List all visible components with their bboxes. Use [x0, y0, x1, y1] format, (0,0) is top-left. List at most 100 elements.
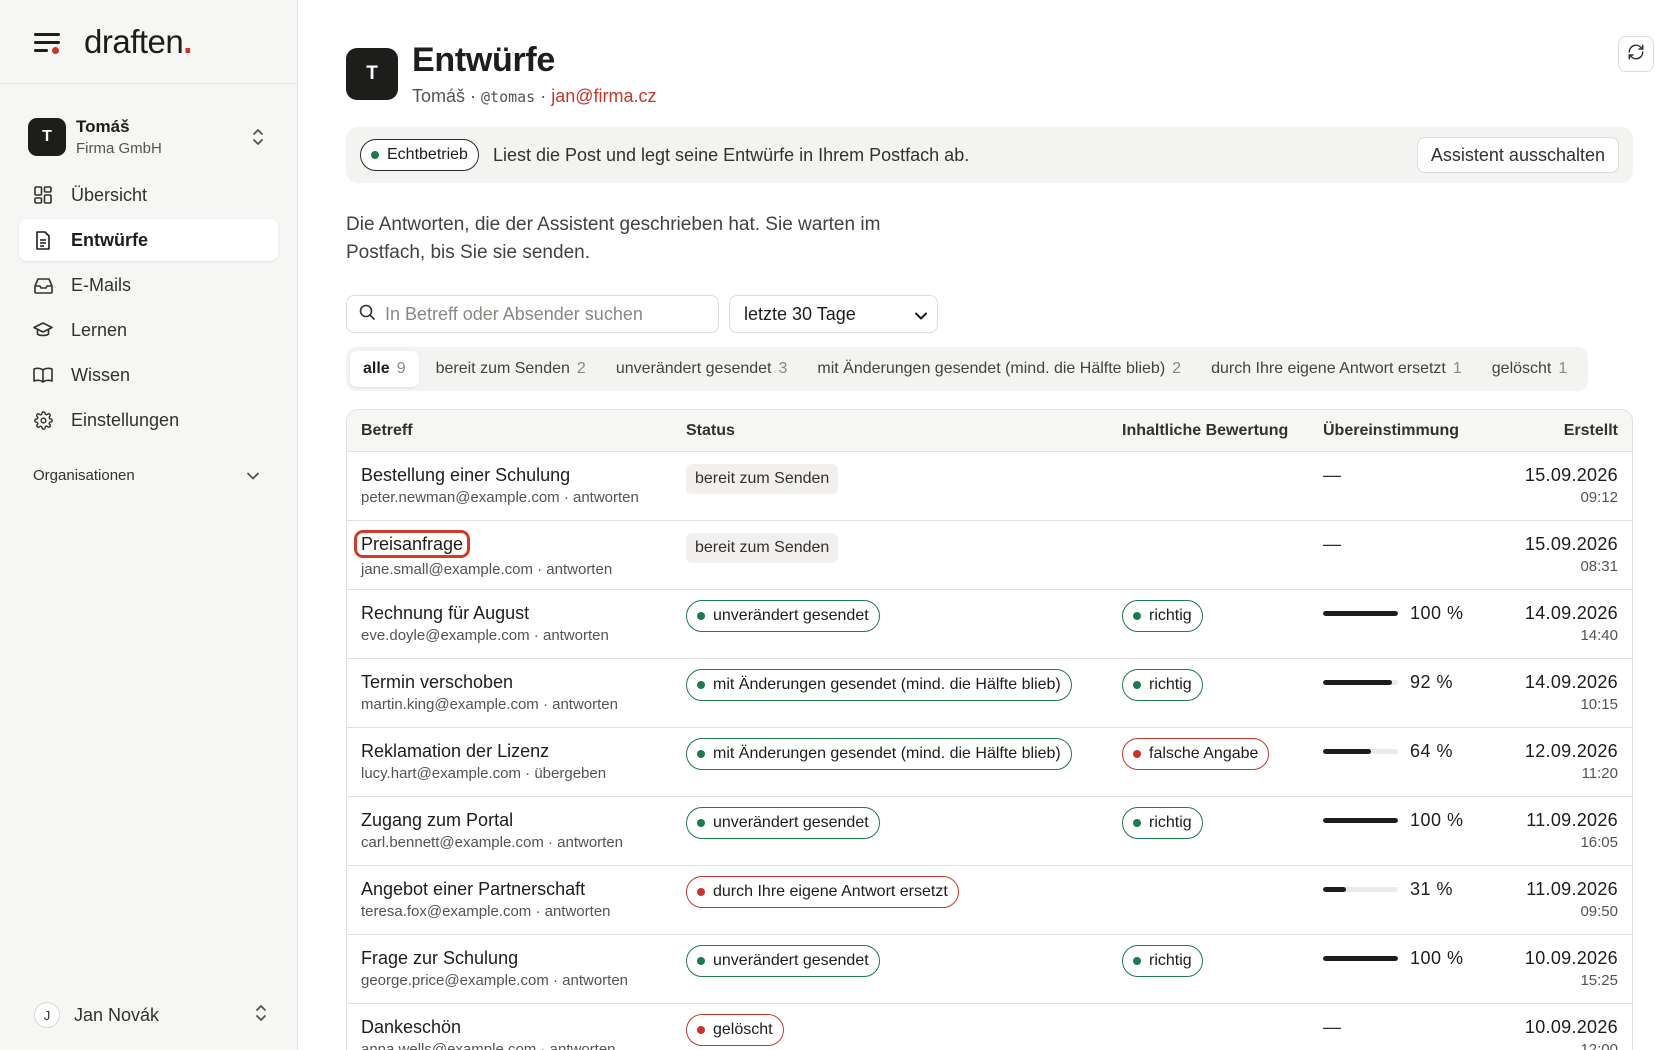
sidebar-item-emails[interactable]: E-Mails — [19, 264, 278, 306]
table-row[interactable]: Zugang zum Portal carl.bennett@example.c… — [347, 797, 1632, 866]
assistant-name: Tomáš — [412, 86, 466, 106]
row-time: 09:50 — [1580, 903, 1618, 920]
table-row[interactable]: Angebot einer Partnerschaft teresa.fox@e… — [347, 866, 1632, 935]
menu-icon[interactable] — [34, 32, 60, 54]
tab-sent-with-changes[interactable]: mit Änderungen gesendet (mind. die Hälft… — [804, 351, 1194, 387]
refresh-button[interactable] — [1618, 36, 1654, 72]
row-time: 15:25 — [1580, 972, 1618, 989]
row-sender: george.price@example.com · antworten — [361, 972, 629, 989]
sidebar-item-label: Wissen — [71, 364, 131, 385]
sidebar-item-settings[interactable]: Einstellungen — [19, 399, 278, 441]
match-empty: — — [1323, 1017, 1341, 1037]
row-sender: lucy.hart@example.com · übergeben — [361, 765, 607, 782]
account-switcher[interactable]: T Tomáš Firma GmbH — [0, 114, 297, 160]
table-row[interactable]: Rechnung für August eve.doyle@example.co… — [347, 590, 1632, 659]
match-bar-fill — [1323, 610, 1398, 616]
column-rating[interactable]: Inhaltliche Bewertung — [1122, 422, 1323, 440]
row-subject[interactable]: Dankeschön — [361, 1016, 686, 1038]
disable-assistant-button[interactable]: Assistent ausschalten — [1416, 137, 1619, 173]
period-value: letzte 30 Tage — [744, 303, 856, 324]
table-row[interactable]: Dankeschön anna.wells@example.com · antw… — [347, 1004, 1632, 1050]
match-percent: 100 % — [1410, 947, 1464, 968]
account-org: Firma GmbH — [76, 140, 162, 157]
row-subject[interactable]: Bestellung einer Schulung — [361, 464, 686, 486]
chevron-up-down-icon — [255, 1004, 267, 1027]
chevron-up-down-icon — [249, 128, 267, 146]
match-percent: 92 % — [1410, 671, 1454, 692]
row-subject[interactable]: Preisanfrage — [354, 530, 471, 558]
sidebar-item-drafts[interactable]: Entwürfe — [19, 219, 278, 261]
assistant-avatar: T — [346, 48, 398, 100]
table-row[interactable]: Reklamation der Lizenz lucy.hart@example… — [347, 728, 1632, 797]
brand-header: draften. — [0, 0, 297, 84]
status-badge: mit Änderungen gesendet (mind. die Hälft… — [686, 738, 1072, 770]
main-content: T Entwürfe Tomáš · @tomas · jan@firma.cz… — [298, 0, 1680, 1050]
app-logo[interactable]: draften. — [84, 23, 192, 61]
match-percent: 100 % — [1410, 809, 1464, 830]
assistant-handle: @tomas — [481, 88, 536, 106]
row-date: 14.09.2026 — [1524, 672, 1618, 692]
column-subject[interactable]: Betreff — [347, 422, 686, 440]
table-row[interactable]: Frage zur Schulung george.price@example.… — [347, 935, 1632, 1004]
match-bar — [1323, 886, 1398, 892]
status-tabs: alle 9 bereit zum Senden 2 unverändert ges… — [346, 347, 1589, 391]
period-select[interactable]: letzte 30 Tage — [729, 295, 938, 333]
column-status[interactable]: Status — [686, 422, 1122, 440]
tab-deleted[interactable]: gelöscht 1 — [1479, 351, 1581, 387]
sidebar-item-label: E-Mails — [71, 274, 132, 295]
status-badge: bereit zum Senden — [686, 464, 839, 494]
row-subject[interactable]: Frage zur Schulung — [361, 947, 686, 969]
organizations-toggle[interactable]: Organisationen — [0, 463, 297, 487]
sidebar-item-label: Entwürfe — [71, 229, 149, 250]
sidebar-item-label: Einstellungen — [71, 409, 180, 430]
table-body: Bestellung einer Schulung peter.newman@e… — [347, 452, 1632, 1050]
status-badge: unverändert gesendet — [686, 807, 880, 839]
row-subject[interactable]: Rechnung für August — [361, 602, 686, 624]
rating-badge: richtig — [1122, 600, 1203, 632]
user-menu[interactable]: J Jan Novák — [34, 1000, 267, 1030]
status-badge: mit Änderungen gesendet (mind. die Hälft… — [686, 669, 1072, 701]
table-row[interactable]: Preisanfrage jane.small@example.com · an… — [347, 521, 1632, 590]
table-row[interactable]: Termin verschoben martin.king@example.co… — [347, 659, 1632, 728]
app-window: draften. T Tomáš Firma GmbH Übersicht En… — [0, 0, 1680, 1050]
row-time: 12:00 — [1580, 1041, 1618, 1050]
assistant-email[interactable]: jan@firma.cz — [551, 86, 656, 106]
sidebar-item-overview[interactable]: Übersicht — [19, 174, 278, 216]
search-input[interactable] — [385, 303, 705, 325]
inbox-icon — [33, 275, 53, 295]
column-match[interactable]: Übereinstimmung — [1323, 422, 1493, 440]
tab-all[interactable]: alle 9 — [350, 351, 419, 387]
row-subject[interactable]: Reklamation der Lizenz — [361, 740, 686, 762]
match-bar-fill — [1323, 748, 1371, 754]
search-box[interactable] — [346, 295, 719, 333]
live-mode-badge: Echtbetrieb — [360, 139, 479, 171]
row-date: 15.09.2026 — [1524, 534, 1618, 554]
table-row[interactable]: Bestellung einer Schulung peter.newman@e… — [347, 452, 1632, 521]
column-created[interactable]: Erstellt — [1493, 422, 1632, 440]
match-bar-fill — [1323, 817, 1398, 823]
sidebar-item-knowledge[interactable]: Wissen — [19, 354, 278, 396]
match-percent: 100 % — [1410, 602, 1464, 623]
sidebar: draften. T Tomáš Firma GmbH Übersicht En… — [0, 0, 298, 1050]
status-badge: durch Ihre eigene Antwort ersetzt — [686, 876, 959, 908]
tab-replaced[interactable]: durch Ihre eigene Antwort ersetzt 1 — [1198, 351, 1475, 387]
row-subject[interactable]: Termin verschoben — [361, 671, 686, 693]
row-subject[interactable]: Angebot einer Partnerschaft — [361, 878, 686, 900]
match-indicator: 100 % — [1323, 947, 1493, 969]
match-bar-fill — [1323, 886, 1347, 892]
status-badge: gelöscht — [686, 1014, 784, 1046]
rating-badge: richtig — [1122, 807, 1203, 839]
row-subject[interactable]: Zugang zum Portal — [361, 809, 686, 831]
tab-ready-to-send[interactable]: bereit zum Senden 2 — [423, 351, 599, 387]
page-header: T Entwürfe Tomáš · @tomas · jan@firma.cz — [346, 40, 1680, 107]
tab-sent-unchanged[interactable]: unverändert gesendet 3 — [603, 351, 801, 387]
sidebar-item-learning[interactable]: Lernen — [19, 309, 278, 351]
rating-badge: richtig — [1122, 945, 1203, 977]
row-time: 16:05 — [1580, 834, 1618, 851]
row-sender: carl.bennett@example.com · antworten — [361, 834, 624, 851]
status-badge: bereit zum Senden — [686, 533, 839, 563]
row-date: 10.09.2026 — [1524, 1017, 1618, 1037]
status-badge: unverändert gesendet — [686, 600, 880, 632]
assistant-status-banner: Echtbetrieb Liest die Post und legt sein… — [346, 127, 1633, 183]
row-date: 10.09.2026 — [1524, 948, 1618, 968]
